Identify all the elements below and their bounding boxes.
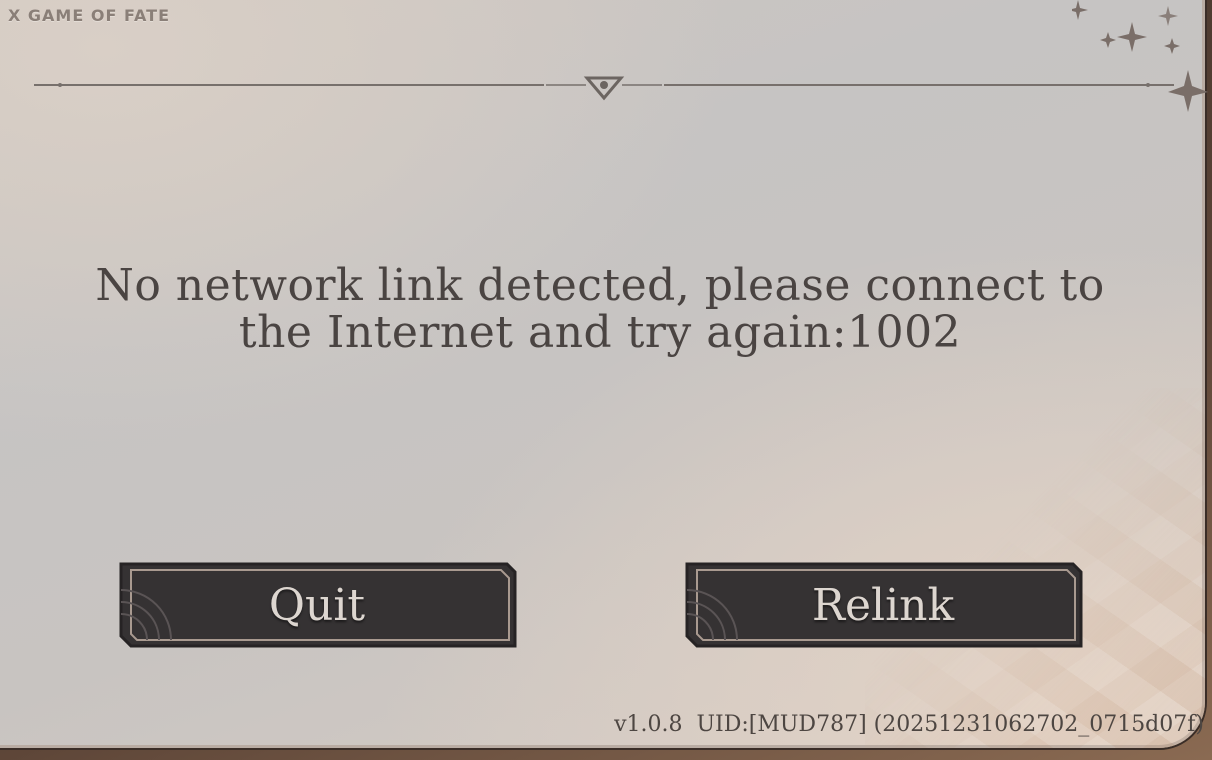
- game-screen: X GAME OF FATE No network link detected,…: [0, 0, 1212, 760]
- relink-button-label: Relink: [811, 579, 955, 631]
- ornamental-divider: [34, 76, 1174, 101]
- relink-button[interactable]: Relink: [683, 560, 1083, 652]
- build-id: (20251231062702_0715d07f): [873, 712, 1204, 737]
- game-logo: X GAME OF FATE: [8, 6, 171, 25]
- error-message: No network link detected, please connect…: [95, 260, 1105, 358]
- version-info: v1.0.8 UID:[MUD787] (20251231062702_0715…: [614, 712, 1204, 737]
- version-number: v1.0.8: [614, 712, 683, 737]
- quit-button[interactable]: Quit: [117, 560, 517, 652]
- user-id: UID:[MUD787]: [696, 712, 867, 737]
- sparkle-decoration-icon: [1072, 0, 1208, 112]
- quit-button-label: Quit: [268, 579, 366, 631]
